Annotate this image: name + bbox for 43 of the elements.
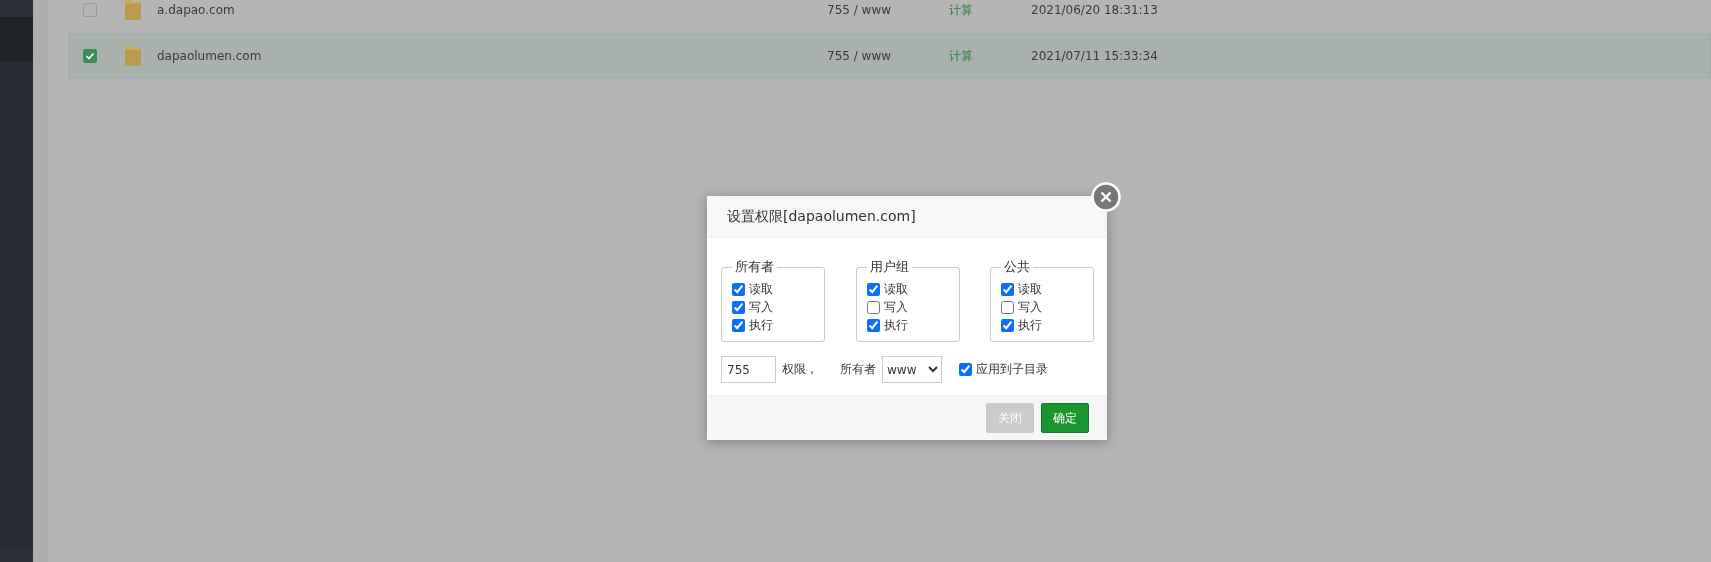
permission-checkbox[interactable]	[866, 300, 880, 314]
permission-checkbox[interactable]	[732, 282, 745, 296]
dialog-title: 设置权限[dapaolumen.com]	[727, 207, 916, 226]
row-checkbox[interactable]	[83, 49, 97, 63]
checkbox-label: 执行	[1018, 316, 1042, 334]
permission-checkbox[interactable]	[732, 318, 745, 332]
modified-time: 2021/06/20 18:31:13	[1031, 3, 1158, 17]
permission-checkbox[interactable]	[866, 318, 880, 332]
folder-icon	[123, 0, 143, 22]
checkbox-label: 执行	[749, 316, 773, 334]
modified-time: 2021/07/11 15:33:34	[1031, 49, 1158, 63]
checkbox-label: 读取	[749, 280, 773, 298]
permission-input[interactable]: 755	[721, 356, 776, 383]
file-row[interactable]: dapaolumen.com 755 / www 计算 2021/07/11 15:33:34	[68, 33, 1711, 79]
close-icon[interactable]	[1091, 182, 1121, 212]
file-name[interactable]: a.dapao.com	[157, 3, 827, 17]
checkbox-label: 读取	[883, 280, 908, 298]
file-name[interactable]: dapaolumen.com	[157, 49, 827, 63]
row-checkbox[interactable]	[83, 3, 97, 17]
owner-select[interactable]: www	[882, 356, 942, 383]
permission-label: 权限，	[782, 361, 818, 378]
folder-icon	[123, 44, 143, 68]
checkbox-label: 读取	[1018, 280, 1042, 298]
group-legend: 所有者	[732, 258, 777, 276]
permission-text[interactable]: 755 / www	[827, 49, 949, 63]
checkbox-label: 写入	[749, 298, 773, 316]
checkbox-label: 写入	[883, 298, 908, 316]
checkbox-label: 写入	[1018, 298, 1042, 316]
permission-checkbox[interactable]	[866, 282, 880, 296]
permission-checkbox[interactable]	[732, 300, 745, 314]
group-legend: 用户组	[866, 258, 912, 276]
permission-checkbox[interactable]	[1001, 300, 1014, 314]
permission-text[interactable]: 755 / www	[827, 3, 949, 17]
checkbox-label: 应用到子目录	[976, 361, 1048, 378]
apply-subdirs-checkbox[interactable]	[959, 363, 972, 376]
check-icon	[85, 51, 95, 61]
file-row[interactable]: a.dapao.com 755 / www 计算 2021/06/20 18:31:13	[68, 0, 1711, 33]
owner-label: 所有者	[840, 361, 876, 378]
permission-checkbox[interactable]	[1001, 318, 1014, 332]
confirm-button[interactable]: 确定	[1041, 403, 1089, 433]
group-legend: 公共	[1001, 258, 1033, 276]
checkbox-label: 执行	[883, 316, 908, 334]
permission-checkbox[interactable]	[1001, 282, 1014, 296]
